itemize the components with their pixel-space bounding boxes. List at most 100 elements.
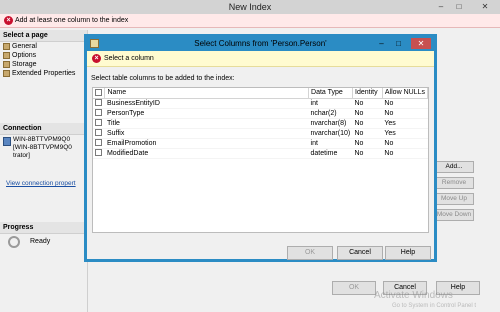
dialog-cancel-button[interactable]: Cancel (337, 246, 383, 260)
row-checkbox-cell[interactable] (93, 118, 105, 129)
select-all-header[interactable] (93, 88, 106, 99)
ok-button[interactable]: OK (332, 281, 376, 295)
row-checkbox-cell[interactable] (93, 108, 105, 119)
dialog-instruction: Select table columns to be added to the … (91, 75, 235, 82)
connection-line: [WIN-8BTTVPM9Q0 (13, 144, 72, 151)
column-header-identity[interactable]: Identity (352, 88, 383, 99)
progress-icon (8, 236, 20, 248)
error-banner: × Add at least one column to the index (0, 14, 500, 28)
cell-identity: No (352, 98, 383, 109)
activate-windows-hint: Go to System in Control Panel t (392, 303, 477, 309)
error-icon: × (4, 16, 13, 25)
dialog-banner: × Select a column (87, 51, 434, 67)
select-page-heading: Select a page (0, 30, 87, 42)
close-icon[interactable]: ✕ (474, 1, 496, 12)
move-down-button[interactable]: Move Down (434, 209, 474, 221)
cell-allow-nulls: No (382, 148, 428, 159)
cell-identity: No (352, 108, 383, 119)
checkbox[interactable] (95, 129, 102, 137)
progress-heading: Progress (0, 222, 88, 234)
cell-data-type: int (308, 98, 353, 109)
dialog-help-button[interactable]: Help (385, 246, 431, 260)
checkbox[interactable] (95, 89, 102, 97)
window-titlebar: New Index – □ ✕ (0, 0, 500, 14)
connection-heading: Connection (0, 123, 88, 135)
cell-allow-nulls: No (382, 138, 428, 149)
add-button[interactable]: Add... (434, 161, 474, 173)
error-icon: × (92, 54, 101, 63)
row-checkbox-cell[interactable] (93, 138, 105, 149)
left-panel: Select a page General Options Storage Ex… (0, 30, 88, 312)
cell-name: Suffix (104, 128, 309, 139)
dialog-titlebar: Select Columns from 'Person.Person' – □ … (87, 37, 434, 51)
wrench-icon (3, 43, 10, 50)
cell-identity: No (352, 118, 383, 129)
cell-name: Title (104, 118, 309, 129)
cell-identity: No (352, 138, 383, 149)
cell-data-type: nvarchar(8) (308, 118, 353, 129)
move-up-button[interactable]: Move Up (434, 193, 474, 205)
select-columns-dialog: Select Columns from 'Person.Person' – □ … (84, 34, 437, 262)
maximize-icon[interactable]: □ (392, 38, 405, 49)
page-item-extended-properties[interactable]: Extended Properties (0, 69, 87, 78)
cell-data-type: nvarchar(10) (308, 128, 353, 139)
column-header-name[interactable]: Name (104, 88, 310, 99)
server-icon (3, 137, 11, 146)
wrench-icon (3, 70, 10, 77)
cell-name: BusinessEntityID (104, 98, 309, 109)
minimize-icon[interactable]: – (434, 1, 448, 12)
page-item-general[interactable]: General (0, 42, 87, 51)
dialog-banner-text: Select a column (104, 55, 154, 62)
table-row[interactable]: PersonType nchar(2) No No (93, 108, 428, 119)
table-row[interactable]: BusinessEntityID int No No (93, 98, 428, 109)
cell-name: EmailPromotion (104, 138, 309, 149)
remove-button[interactable]: Remove (434, 177, 474, 189)
cell-data-type: nchar(2) (308, 108, 353, 119)
wrench-icon (3, 52, 10, 59)
checkbox[interactable] (95, 149, 102, 157)
checkbox[interactable] (95, 139, 102, 147)
row-checkbox-cell[interactable] (93, 128, 105, 139)
table-row[interactable]: ModifiedDate datetime No No (93, 148, 428, 159)
page-item-label: Options (12, 52, 37, 59)
cell-identity: No (352, 148, 383, 159)
checkbox[interactable] (95, 99, 102, 107)
connection-line: WIN-8BTTVPM9Q0 (13, 136, 71, 143)
page-item-label: General (12, 43, 37, 50)
progress-status: Ready (30, 238, 51, 245)
connection-info: WIN-8BTTVPM9Q0 [WIN-8BTTVPM9Q0 trator] (13, 136, 87, 160)
page-item-label: Extended Properties (12, 70, 76, 77)
cell-allow-nulls: No (382, 108, 428, 119)
page-item-options[interactable]: Options (0, 51, 87, 60)
columns-grid: Name Data Type Identity Allow NULLs Busi… (92, 87, 429, 233)
cell-name: ModifiedDate (104, 148, 309, 159)
cell-allow-nulls: Yes (382, 118, 428, 129)
dialog-ok-button[interactable]: OK (287, 246, 333, 260)
view-connection-properties-link[interactable]: View connection propert (6, 180, 86, 187)
error-banner-text: Add at least one column to the index (15, 17, 129, 24)
cell-data-type: int (308, 138, 353, 149)
cell-name: PersonType (104, 108, 309, 119)
activate-windows-watermark: Activate Windows (374, 290, 453, 301)
column-header-allow-nulls[interactable]: Allow NULLs (382, 88, 429, 99)
cell-allow-nulls: No (382, 98, 428, 109)
table-row[interactable]: Suffix nvarchar(10) No Yes (93, 128, 428, 139)
table-header-row: Name Data Type Identity Allow NULLs (93, 88, 429, 99)
row-checkbox-cell[interactable] (93, 148, 105, 159)
page-item-storage[interactable]: Storage (0, 60, 87, 69)
column-header-data-type[interactable]: Data Type (308, 88, 353, 99)
row-checkbox-cell[interactable] (93, 98, 105, 109)
checkbox[interactable] (95, 109, 102, 117)
connection-line: trator] (13, 152, 30, 159)
close-icon[interactable]: ✕ (411, 38, 431, 49)
window-title: New Index (228, 2, 272, 12)
cell-identity: No (352, 128, 383, 139)
columns-table: Name Data Type Identity Allow NULLs Busi… (93, 88, 429, 159)
table-row[interactable]: EmailPromotion int No No (93, 138, 428, 149)
cell-data-type: datetime (308, 148, 353, 159)
wrench-icon (3, 61, 10, 68)
maximize-icon[interactable]: □ (452, 1, 466, 12)
minimize-icon[interactable]: – (375, 38, 388, 49)
checkbox[interactable] (95, 119, 102, 127)
table-row[interactable]: Title nvarchar(8) No Yes (93, 118, 428, 129)
